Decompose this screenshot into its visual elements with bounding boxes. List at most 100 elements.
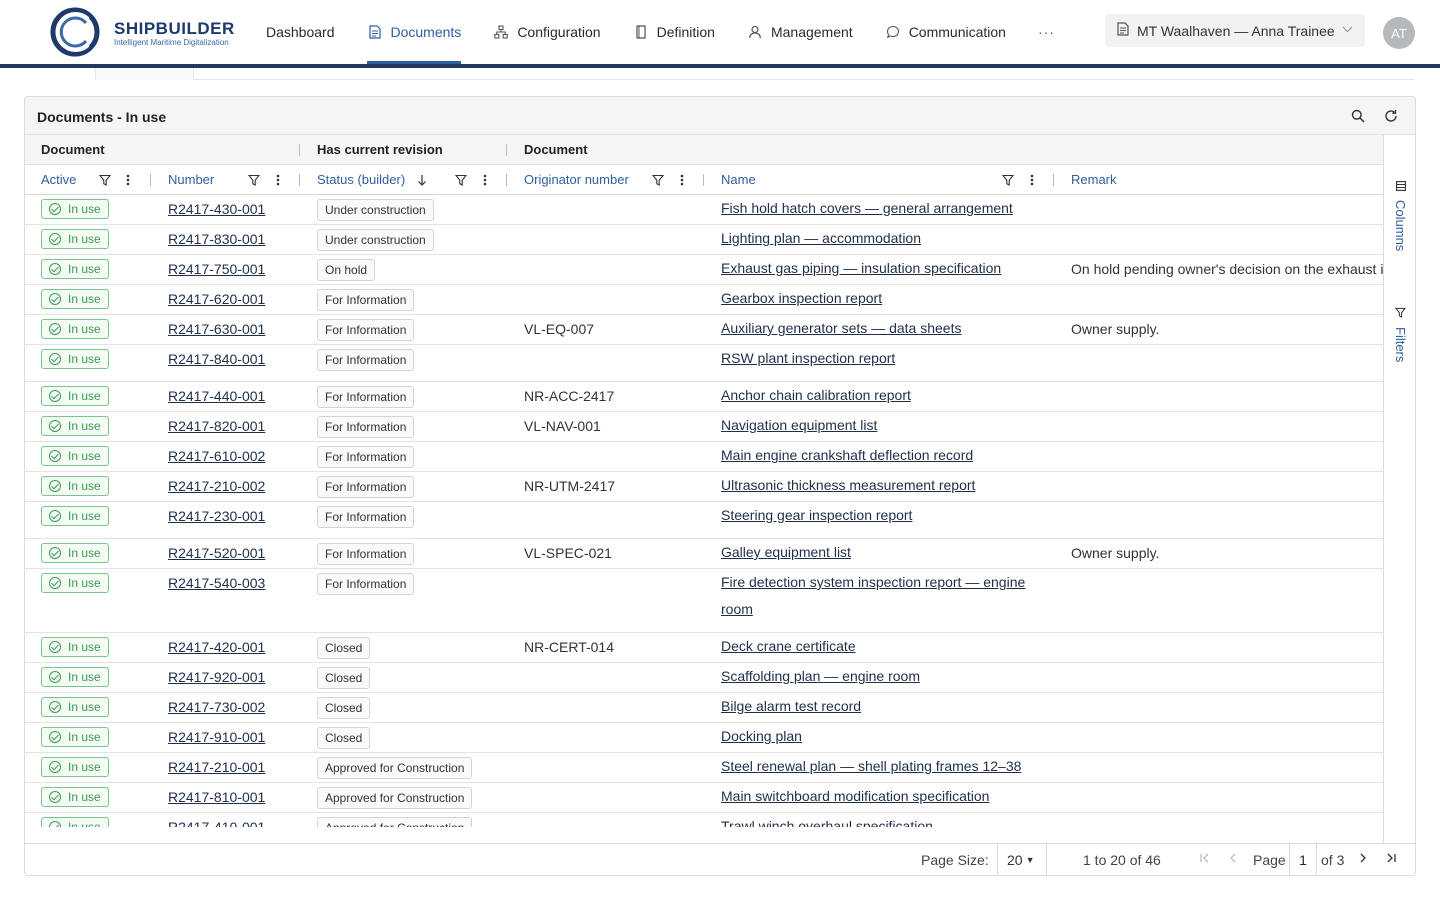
document-number-link[interactable]: R2417-440-001 bbox=[168, 388, 265, 404]
document-name-link[interactable]: Steering gear inspection report bbox=[721, 507, 912, 523]
filters-panel-toggle[interactable]: Filters bbox=[1384, 307, 1415, 362]
nav-communication[interactable]: Communication bbox=[885, 0, 1006, 64]
nav-management[interactable]: Management bbox=[747, 0, 853, 64]
column-separator[interactable] bbox=[703, 174, 704, 186]
document-number-link[interactable]: R2417-540-003 bbox=[168, 575, 265, 591]
table-row[interactable]: In use R2417-920-001 Closed Scaffolding pla… bbox=[25, 663, 1383, 693]
document-number-link[interactable]: R2417-810-001 bbox=[168, 789, 265, 805]
filter-icon[interactable] bbox=[1001, 173, 1015, 187]
document-number-link[interactable]: R2417-910-001 bbox=[168, 729, 265, 745]
nav-configuration[interactable]: Configuration bbox=[493, 0, 601, 64]
first-page-icon[interactable] bbox=[1199, 852, 1211, 867]
table-row[interactable]: In use R2417-810-001 Approved for Construc… bbox=[25, 783, 1383, 813]
document-name-link[interactable]: Steel renewal plan — shell plating frame… bbox=[721, 758, 1021, 774]
last-page-icon[interactable] bbox=[1385, 852, 1397, 867]
column-menu-icon[interactable] bbox=[478, 173, 492, 187]
document-name-link[interactable]: Navigation equipment list bbox=[721, 417, 877, 433]
table-row[interactable]: In use R2417-420-001 Closed NR-CERT-014 Deck… bbox=[25, 633, 1383, 663]
document-name-link[interactable]: Galley equipment list bbox=[721, 544, 851, 560]
table-row[interactable]: In use R2417-230-001 For Information Steeri… bbox=[25, 502, 1383, 539]
filter-icon[interactable] bbox=[651, 173, 665, 187]
document-number-link[interactable]: R2417-430-001 bbox=[168, 201, 265, 217]
column-separator[interactable] bbox=[1053, 174, 1054, 186]
column-header-status[interactable]: Status (builder) bbox=[301, 165, 405, 195]
column-menu-icon[interactable] bbox=[271, 173, 285, 187]
column-separator[interactable] bbox=[506, 174, 507, 186]
column-separator[interactable] bbox=[506, 144, 507, 156]
shipbuilder-logo[interactable]: SHIPBUILDER Intelligent Maritime Digital… bbox=[50, 7, 250, 59]
document-number-link[interactable]: R2417-730-002 bbox=[168, 699, 265, 715]
column-menu-icon[interactable] bbox=[675, 173, 689, 187]
document-number-link[interactable]: R2417-630-001 bbox=[168, 321, 265, 337]
filter-icon[interactable] bbox=[98, 173, 112, 187]
table-row[interactable]: In use R2417-520-001 For Information VL-SPE… bbox=[25, 539, 1383, 569]
nav-definition[interactable]: Definition bbox=[633, 0, 715, 64]
table-row[interactable]: In use R2417-750-001 On hold Exhaust gas pi… bbox=[25, 255, 1383, 285]
sub-tab-1[interactable] bbox=[24, 68, 96, 80]
table-row[interactable]: In use R2417-540-003 For Information Fire d… bbox=[25, 569, 1383, 633]
table-row[interactable]: In use R2417-620-001 For Information Gearbo… bbox=[25, 285, 1383, 315]
user-avatar[interactable]: AT bbox=[1383, 17, 1415, 49]
table-row[interactable]: In use R2417-610-002 For Information Main e… bbox=[25, 442, 1383, 472]
document-name-link[interactable]: Auxiliary generator sets — data sheets bbox=[721, 320, 961, 336]
document-number-link[interactable]: R2417-420-001 bbox=[168, 639, 265, 655]
sort-descending-icon[interactable] bbox=[415, 173, 429, 187]
column-separator[interactable] bbox=[150, 174, 151, 186]
page-size-select[interactable]: 20 ▼ bbox=[997, 844, 1047, 875]
column-header-number[interactable]: Number bbox=[152, 165, 214, 195]
table-row[interactable]: In use R2417-910-001 Closed Docking plan bbox=[25, 723, 1383, 753]
filter-icon[interactable] bbox=[454, 173, 468, 187]
nav-dashboard[interactable]: Dashboard bbox=[266, 0, 335, 64]
table-row[interactable]: In use R2417-430-001 Under construction Fis… bbox=[25, 195, 1383, 225]
document-number-link[interactable]: R2417-820-001 bbox=[168, 418, 265, 434]
document-number-link[interactable]: R2417-210-002 bbox=[168, 478, 265, 494]
column-separator[interactable] bbox=[299, 144, 300, 156]
document-number-link[interactable]: R2417-620-001 bbox=[168, 291, 265, 307]
document-name-link[interactable]: Anchor chain calibration report bbox=[721, 387, 911, 403]
column-menu-icon[interactable] bbox=[1025, 173, 1039, 187]
filter-icon[interactable] bbox=[247, 173, 261, 187]
next-page-icon[interactable] bbox=[1357, 852, 1369, 867]
column-separator[interactable] bbox=[299, 174, 300, 186]
document-name-link[interactable]: Gearbox inspection report bbox=[721, 290, 882, 306]
nav-more-button[interactable]: ··· bbox=[1038, 0, 1055, 64]
document-number-link[interactable]: R2417-830-001 bbox=[168, 231, 265, 247]
column-menu-icon[interactable] bbox=[121, 173, 135, 187]
table-row[interactable]: In use R2417-440-001 For Information NR-ACC… bbox=[25, 382, 1383, 412]
document-number-link[interactable]: R2417-610-002 bbox=[168, 448, 265, 464]
document-name-link[interactable]: Bilge alarm test record bbox=[721, 698, 861, 714]
columns-panel-toggle[interactable]: Columns bbox=[1384, 181, 1415, 251]
document-name-link[interactable]: Trawl winch overhaul specification bbox=[721, 818, 933, 827]
table-row[interactable]: In use R2417-410-001 Approved for Construc… bbox=[25, 813, 1383, 827]
current-page-input[interactable]: 1 bbox=[1289, 844, 1317, 875]
table-row[interactable]: In use R2417-840-001 For Information RSW pl… bbox=[25, 345, 1383, 382]
document-number-link[interactable]: R2417-750-001 bbox=[168, 261, 265, 277]
document-name-link[interactable]: Fish hold hatch covers — general arrange… bbox=[721, 200, 1013, 216]
document-name-link[interactable]: Fire detection system inspection report … bbox=[721, 574, 1025, 590]
table-row[interactable]: In use R2417-730-002 Closed Bilge alarm tes… bbox=[25, 693, 1383, 723]
column-header-name[interactable]: Name bbox=[705, 165, 756, 195]
document-number-link[interactable]: R2417-920-001 bbox=[168, 669, 265, 685]
document-name-link-continued[interactable]: room bbox=[721, 601, 753, 617]
nav-documents[interactable]: Documents bbox=[366, 0, 461, 64]
refresh-icon[interactable] bbox=[1382, 107, 1400, 125]
table-row[interactable]: In use R2417-630-001 For Information VL-EQ-… bbox=[25, 315, 1383, 345]
sub-tab-2[interactable] bbox=[96, 68, 194, 80]
table-row[interactable]: In use R2417-210-002 For Information NR-UTM… bbox=[25, 472, 1383, 502]
document-name-link[interactable]: Main switchboard modification specificat… bbox=[721, 788, 989, 804]
column-header-active[interactable]: Active bbox=[25, 165, 76, 195]
document-number-link[interactable]: R2417-520-001 bbox=[168, 545, 265, 561]
document-name-link[interactable]: Scaffolding plan — engine room bbox=[721, 668, 920, 684]
table-row[interactable]: In use R2417-210-001 Approved for Construc… bbox=[25, 753, 1383, 783]
document-name-link[interactable]: Exhaust gas piping — insulation specific… bbox=[721, 260, 1001, 276]
document-name-link[interactable]: Main engine crankshaft deflection record bbox=[721, 447, 973, 463]
column-header-originator-number[interactable]: Originator number bbox=[508, 165, 629, 195]
search-icon[interactable] bbox=[1349, 107, 1367, 125]
column-header-remark[interactable]: Remark bbox=[1055, 165, 1117, 195]
document-number-link[interactable]: R2417-840-001 bbox=[168, 351, 265, 367]
document-number-link[interactable]: R2417-210-001 bbox=[168, 759, 265, 775]
table-row[interactable]: In use R2417-830-001 Under construction Lig… bbox=[25, 225, 1383, 255]
previous-page-icon[interactable] bbox=[1227, 852, 1239, 867]
document-name-link[interactable]: Docking plan bbox=[721, 728, 802, 744]
document-name-link[interactable]: RSW plant inspection report bbox=[721, 350, 895, 366]
